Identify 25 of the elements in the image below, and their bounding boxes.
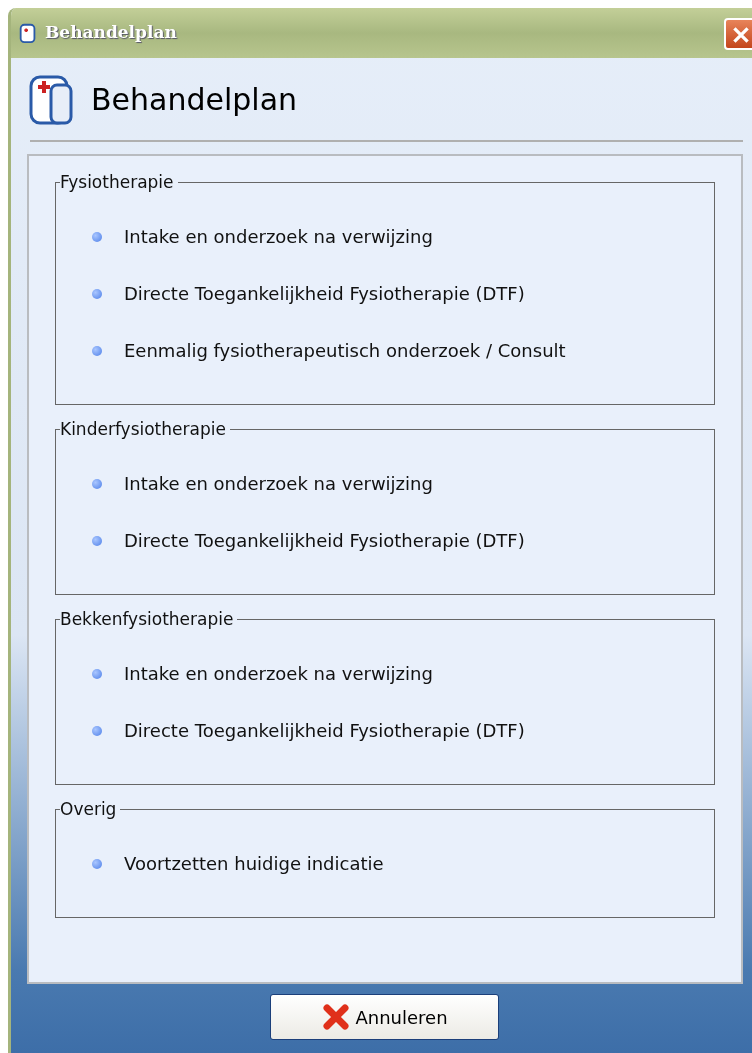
option-link[interactable]: Intake en onderzoek na verwijzing (124, 470, 433, 497)
group-label: Kinderfysiotherapie (60, 418, 230, 440)
option-link[interactable]: Directe Toegankelijkheid Fysiotherapie (DTF) (124, 280, 525, 307)
bullet-icon (92, 535, 102, 546)
bullet-icon (92, 231, 102, 242)
option-link[interactable]: Directe Toegankelijkheid Fysiotherapie (DTF) (124, 717, 525, 744)
group-label: Bekkenfysiotherapie (60, 608, 238, 630)
option-link[interactable]: Voortzetten huidige indicatie (124, 850, 384, 877)
cancel-button[interactable]: Annuleren (270, 994, 499, 1040)
bullet-icon (92, 725, 102, 736)
option-link[interactable]: Directe Toegankelijkheid Fysiotherapie (DTF) (124, 527, 525, 554)
bullet-icon (92, 858, 102, 869)
close-button[interactable] (724, 18, 752, 50)
bullet-icon (92, 668, 102, 679)
option-link[interactable]: Intake en onderzoek na verwijzing (124, 223, 433, 250)
bullet-icon (92, 288, 102, 299)
window-title: Behandelplan (45, 21, 177, 45)
bullet-icon (92, 478, 102, 489)
dialog-heading: Behandelplan (91, 80, 298, 119)
option-link[interactable]: Intake en onderzoek na verwijzing (124, 660, 433, 687)
group-label: Fysiotherapie (60, 171, 178, 193)
cross-icon (321, 1002, 352, 1032)
option-link[interactable]: Eenmalig fysiotherapeutisch onderzoek / Consult (124, 337, 566, 364)
group-label: Overig (60, 798, 121, 820)
bullet-icon (92, 345, 102, 356)
